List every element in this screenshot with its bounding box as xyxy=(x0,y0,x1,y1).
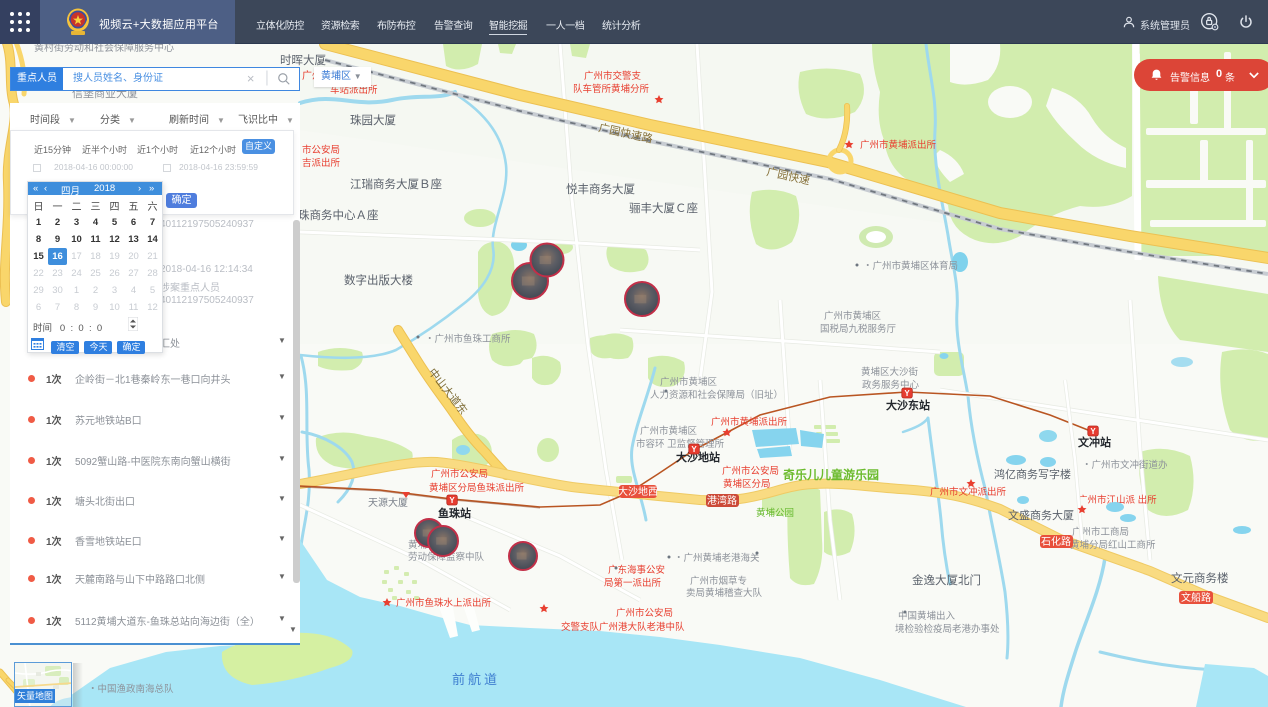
svg-text:文元商务楼: 文元商务楼 xyxy=(1171,571,1229,585)
svg-text:吉派出所: 吉派出所 xyxy=(302,157,341,169)
svg-text:局第一派出所: 局第一派出所 xyxy=(604,577,662,589)
svg-text:黄埔区分局鱼珠派出所: 黄埔区分局鱼珠派出所 xyxy=(429,482,525,494)
svg-text:广州市文冲派出所: 广州市文冲派出所 xyxy=(930,486,1007,498)
svg-text:时晖大厦: 时晖大厦 xyxy=(280,53,326,67)
svg-text:骊丰大厦Ｃ座: 骊丰大厦Ｃ座 xyxy=(629,201,698,215)
svg-text:文船路: 文船路 xyxy=(1181,591,1211,604)
svg-text:黄埔分局红山工商所: 黄埔分局红山工商所 xyxy=(1070,539,1156,551)
svg-text:卖局黄埔稽查大队: 卖局黄埔稽查大队 xyxy=(686,587,763,599)
svg-text:Y: Y xyxy=(1090,427,1096,436)
svg-text:广州市黄埔区: 广州市黄埔区 xyxy=(824,310,882,322)
svg-text:・广州市黄埔区体育局: ・广州市黄埔区体育局 xyxy=(863,260,958,272)
svg-text:文冲站: 文冲站 xyxy=(1078,435,1111,449)
svg-text:市容环 卫监督管理所: 市容环 卫监督管理所 xyxy=(636,438,725,450)
svg-text:广州市交警支: 广州市交警支 xyxy=(584,70,642,82)
svg-text:悦丰商务大厦: 悦丰商务大厦 xyxy=(566,182,635,196)
svg-text:金逸大厦北门: 金逸大厦北门 xyxy=(912,573,981,587)
svg-text:境检验检疫局老港办事处: 境检验检疫局老港办事处 xyxy=(895,623,1000,635)
svg-text:Y: Y xyxy=(691,445,697,454)
svg-text:队车管所黄埔分所: 队车管所黄埔分所 xyxy=(573,83,650,95)
svg-text:・广州市鱼珠工商所: ・广州市鱼珠工商所 xyxy=(425,333,511,345)
svg-text:黄埔区分局: 黄埔区分局 xyxy=(723,478,771,490)
svg-text:黄埔公园: 黄埔公园 xyxy=(756,507,794,519)
svg-text:广州市黄埔派出所: 广州市黄埔派出所 xyxy=(711,416,788,428)
svg-text:・广州市文冲街道办: ・广州市文冲街道办 xyxy=(1082,459,1168,471)
svg-text:Y: Y xyxy=(904,389,910,398)
svg-text:前航道: 前航道 xyxy=(452,672,500,687)
svg-text:人力资源和社会保障局（旧址）: 人力资源和社会保障局（旧址） xyxy=(650,389,783,401)
svg-text:广州市烟草专: 广州市烟草专 xyxy=(690,575,747,587)
svg-text:鱼珠站: 鱼珠站 xyxy=(438,506,471,520)
svg-text:・广州黄埔老港海关: ・广州黄埔老港海关 xyxy=(674,552,760,564)
svg-text:港湾路: 港湾路 xyxy=(707,494,737,507)
svg-text:天源大厦: 天源大厦 xyxy=(368,496,408,509)
svg-text:市公安局: 市公安局 xyxy=(302,144,340,156)
svg-text:石化路: 石化路 xyxy=(1041,535,1071,548)
svg-text:广州市黄埔派出所: 广州市黄埔派出所 xyxy=(860,139,937,151)
svg-text:奇乐儿儿童游乐园: 奇乐儿儿童游乐园 xyxy=(783,467,879,482)
svg-text:大沙地西: 大沙地西 xyxy=(618,485,658,498)
svg-text:大沙东站: 大沙东站 xyxy=(886,398,930,412)
svg-text:广州市鱼珠水上派出所: 广州市鱼珠水上派出所 xyxy=(396,597,492,609)
svg-text:鸿亿商务写字楼: 鸿亿商务写字楼 xyxy=(994,467,1071,481)
svg-text:广州市公安局: 广州市公安局 xyxy=(431,468,488,480)
svg-text:江瑞商务大厦Ｂ座: 江瑞商务大厦Ｂ座 xyxy=(350,177,442,191)
svg-text:广州市黄埔区: 广州市黄埔区 xyxy=(660,376,718,388)
svg-text:珠商务中心Ａ座: 珠商务中心Ａ座 xyxy=(298,208,379,222)
svg-text:广州市黄埔区: 广州市黄埔区 xyxy=(640,425,698,437)
svg-text:广东海事公安: 广东海事公安 xyxy=(608,564,665,576)
svg-text:广州市公安局: 广州市公安局 xyxy=(616,607,673,619)
svg-text:交警支队广州港大队老港中队: 交警支队广州港大队老港中队 xyxy=(561,621,685,633)
svg-text:中国黄埔出入: 中国黄埔出入 xyxy=(898,610,956,622)
svg-text:广州市公安局: 广州市公安局 xyxy=(722,465,779,477)
svg-text:黄埔区大沙街: 黄埔区大沙街 xyxy=(861,366,919,378)
svg-text:珠园大厦: 珠园大厦 xyxy=(350,113,396,127)
svg-text:・中国渔政南海总队: ・中国渔政南海总队 xyxy=(88,683,174,695)
svg-text:国税局九税服务厅: 国税局九税服务厅 xyxy=(820,323,897,335)
svg-text:文盛商务大厦: 文盛商务大厦 xyxy=(1008,508,1074,522)
svg-text:数字出版大楼: 数字出版大楼 xyxy=(344,273,413,287)
svg-text:Y: Y xyxy=(449,496,455,505)
